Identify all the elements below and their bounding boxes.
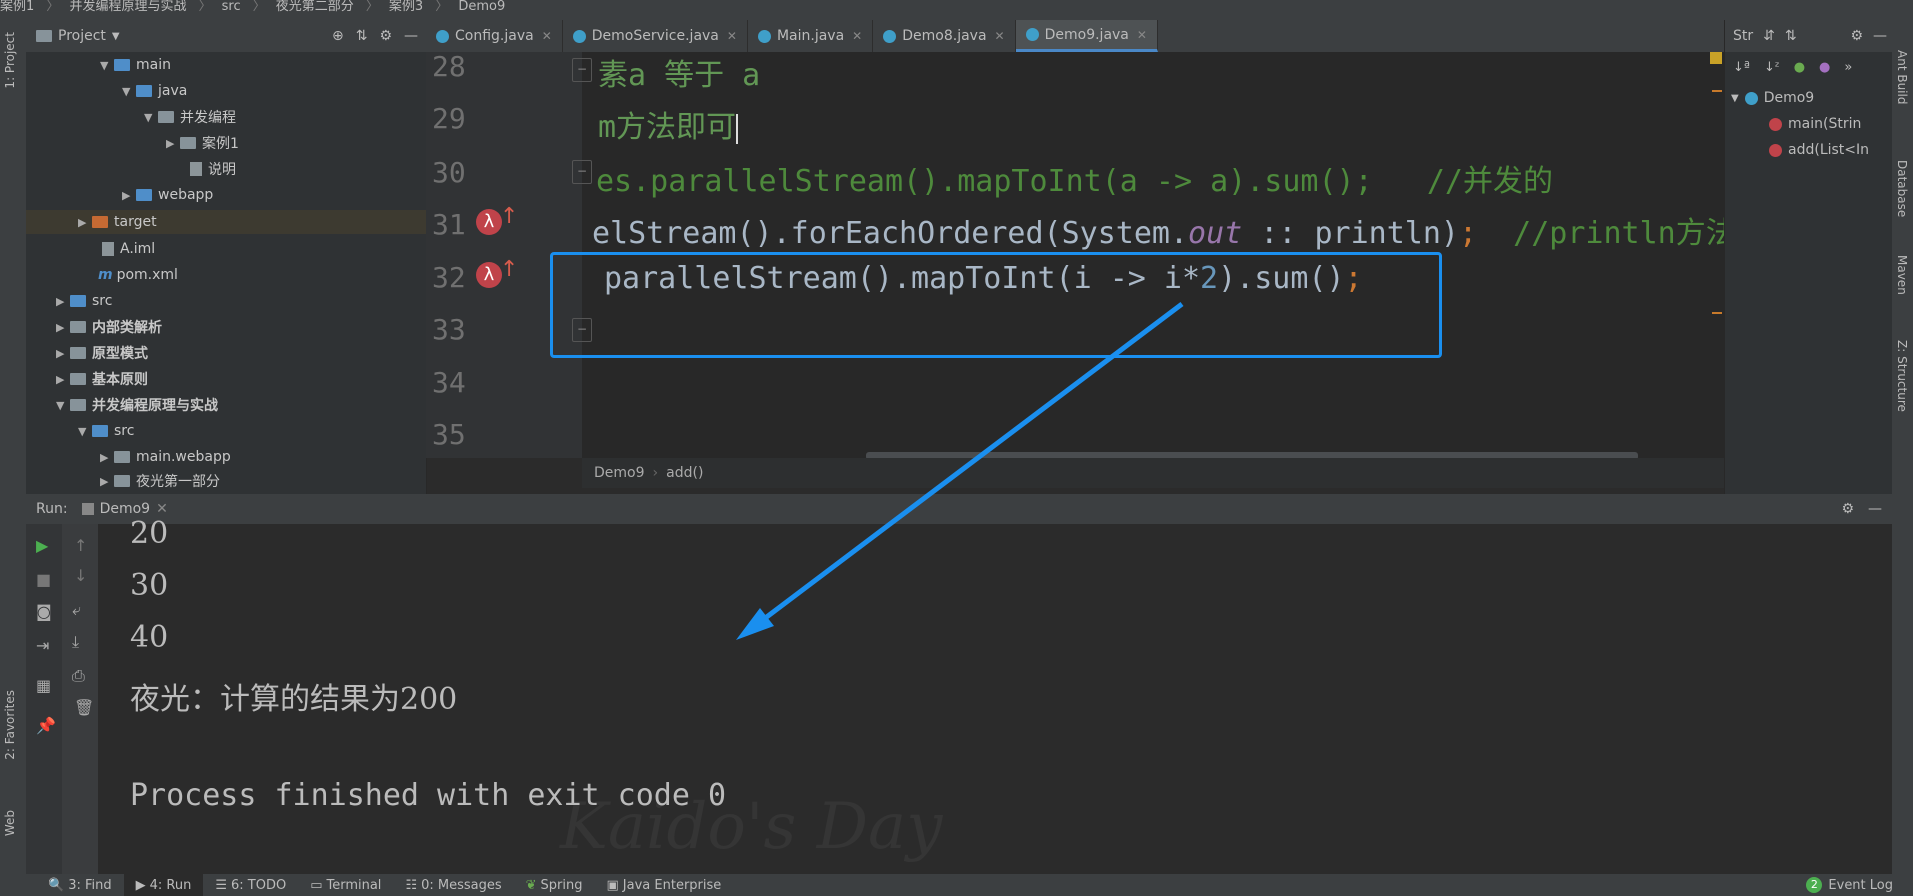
tab-java-enterprise[interactable]: ▣ Java Enterprise <box>595 874 734 896</box>
tab-label: Terminal <box>326 877 382 893</box>
tab-label: Spring <box>540 877 583 893</box>
tab-terminal[interactable]: ▭ Terminal <box>298 874 393 896</box>
tab-label: Java Enterprise <box>622 877 722 893</box>
run-icon: ▶ <box>135 877 146 893</box>
spring-leaf-icon: ❦ <box>525 877 537 893</box>
tab-label: 6: TODO <box>230 877 287 893</box>
messages-icon: ☷ <box>405 877 418 893</box>
todo-icon: ☰ <box>215 877 227 893</box>
terminal-icon: ▭ <box>310 877 323 893</box>
event-log-label: Event Log <box>1828 877 1893 893</box>
tab-label: 3: Find <box>68 877 112 893</box>
java-enterprise-icon: ▣ <box>606 877 619 893</box>
tab-spring[interactable]: ❦ Spring <box>514 874 595 896</box>
tab-todo[interactable]: ☰ 6: TODO <box>203 874 298 896</box>
bottom-tool-bar: 🔍 3: Find ▶ 4: Run ☰ 6: TODO ▭ Terminal ☷ 0: … <box>0 874 1913 896</box>
annotation-arrow <box>736 302 1184 640</box>
tab-label: 4: Run <box>149 877 192 893</box>
search-icon: 🔍 <box>48 877 65 893</box>
tab-label: 0: Messages <box>421 877 502 893</box>
tab-run[interactable]: ▶ 4: Run <box>123 874 204 896</box>
event-count-badge: 2 <box>1806 877 1823 893</box>
tab-find[interactable]: 🔍 3: Find <box>36 874 124 896</box>
event-log[interactable]: 2 Event Log <box>1794 874 1905 896</box>
tab-messages[interactable]: ☷ 0: Messages <box>393 874 513 896</box>
